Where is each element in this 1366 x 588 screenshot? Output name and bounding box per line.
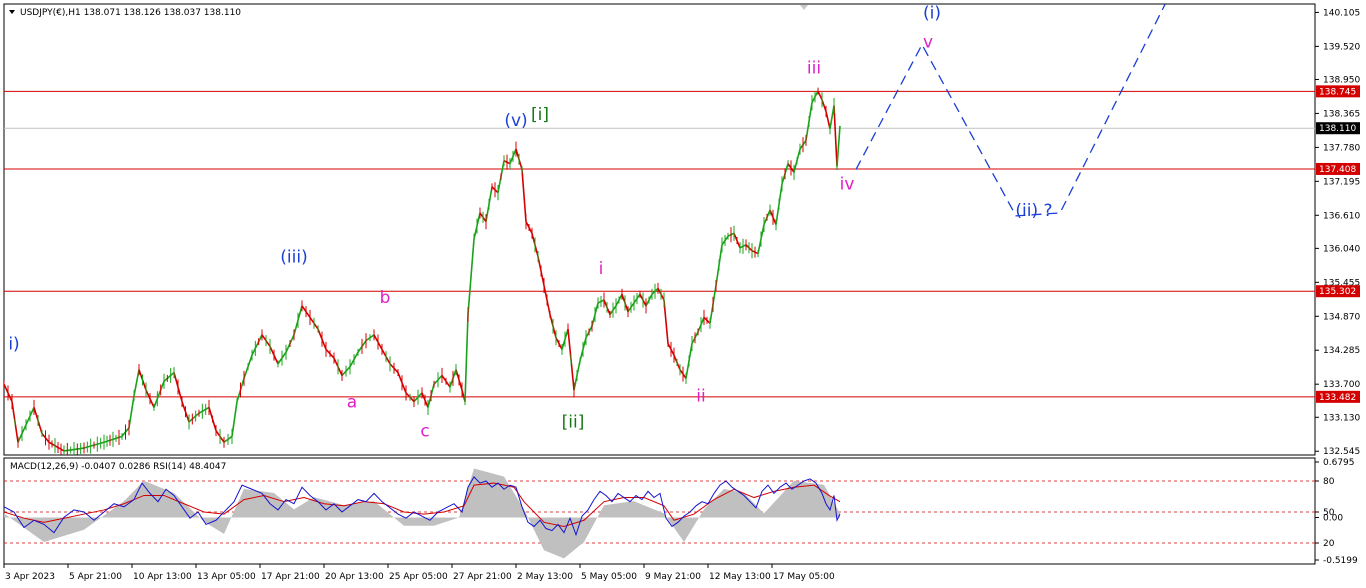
- price-tick-label: 139.520: [1323, 42, 1360, 52]
- wave-label: ii: [696, 387, 705, 407]
- date-tick-label: 9 May 21:00: [645, 572, 701, 582]
- level-price-tag-label: 137.408: [1319, 165, 1356, 175]
- wave-label: iii: [807, 59, 821, 79]
- wave-label: c: [420, 421, 429, 441]
- date-tick-label: 25 Apr 05:00: [389, 572, 448, 582]
- wave-label: (ii) ?: [1015, 201, 1052, 221]
- price-tick-label: 137.780: [1323, 143, 1360, 153]
- indicator-tick-label: 0.00: [1323, 514, 1343, 524]
- price-tick-label: 133.130: [1323, 413, 1360, 423]
- chart-canvas: USDJPY(€),H1 138.071 138.126 138.037 138…: [3, 3, 1360, 582]
- wave-label: (v): [504, 111, 527, 131]
- price-tick-label: 133.700: [1323, 380, 1360, 390]
- date-tick-label: 17 Apr 21:00: [261, 572, 320, 582]
- date-tick-label: 5 Apr 21:00: [69, 572, 122, 582]
- main-panel: [3, 3, 1316, 456]
- indicator-tick-label: 80: [1323, 477, 1335, 487]
- price-tick-label: 132.545: [1323, 447, 1360, 457]
- level-price-tag-label: 138.745: [1319, 87, 1356, 97]
- date-axis: 3 Apr 2023 5 Apr 21:00 10 Apr 13:00 13 Apr …: [3, 564, 835, 582]
- wave-label: i): [8, 334, 19, 354]
- date-tick-label: 13 Apr 05:00: [197, 572, 256, 582]
- indicator-axis: 0.679580500.0020-0.5199: [1315, 458, 1358, 566]
- wave-label: (i): [923, 4, 941, 24]
- wave-label: b: [380, 288, 391, 308]
- date-tick-label: 5 May 05:00: [581, 572, 637, 582]
- last-price-tag-label: 138.110: [1319, 124, 1356, 134]
- price-tick-label: 138.950: [1323, 75, 1360, 85]
- wave-label: (iii): [280, 247, 307, 267]
- date-tick-label: 20 Apr 13:00: [325, 572, 384, 582]
- indicator-tick-label: 0.6795: [1323, 458, 1355, 468]
- indicator-tick-label: 20: [1323, 539, 1335, 549]
- price-tick-label: 136.040: [1323, 244, 1360, 254]
- level-price-tag-label: 133.482: [1319, 393, 1356, 403]
- wave-label: v: [923, 33, 933, 53]
- date-tick-label: 27 Apr 21:00: [453, 572, 512, 582]
- wave-label: i: [599, 259, 604, 279]
- wave-label: a: [347, 392, 357, 412]
- date-tick-label: 3 Apr 2023: [5, 572, 55, 582]
- price-tick-label: 136.610: [1323, 211, 1360, 221]
- wave-label: [i]: [531, 105, 549, 125]
- level-price-tag-label: 135.302: [1319, 287, 1356, 297]
- date-tick-label: 2 May 13:00: [517, 572, 573, 582]
- price-tick-label: 140.105: [1323, 8, 1360, 18]
- price-tick-label: 134.870: [1323, 312, 1360, 322]
- wave-label: iv: [840, 175, 855, 195]
- symbol-header: USDJPY(€),H1 138.071 138.126 138.037 138…: [20, 8, 241, 18]
- indicator-header: MACD(12,26,9) -0.0407 0.0286 RSI(14) 48.…: [10, 462, 226, 472]
- date-tick-label: 10 Apr 13:00: [133, 572, 192, 582]
- date-tick-label: 17 May 05:00: [773, 572, 835, 582]
- date-tick-label: 12 May 13:00: [709, 572, 771, 582]
- indicator-tick-label: -0.5199: [1323, 556, 1358, 566]
- price-axis: 140.105 139.520 138.950 138.365 137.780 137.1…: [1315, 8, 1360, 457]
- price-tick-label: 137.195: [1323, 177, 1360, 187]
- price-tick-label: 138.365: [1323, 109, 1360, 119]
- price-tick-label: 134.285: [1323, 346, 1360, 356]
- wave-label: [ii]: [562, 413, 585, 433]
